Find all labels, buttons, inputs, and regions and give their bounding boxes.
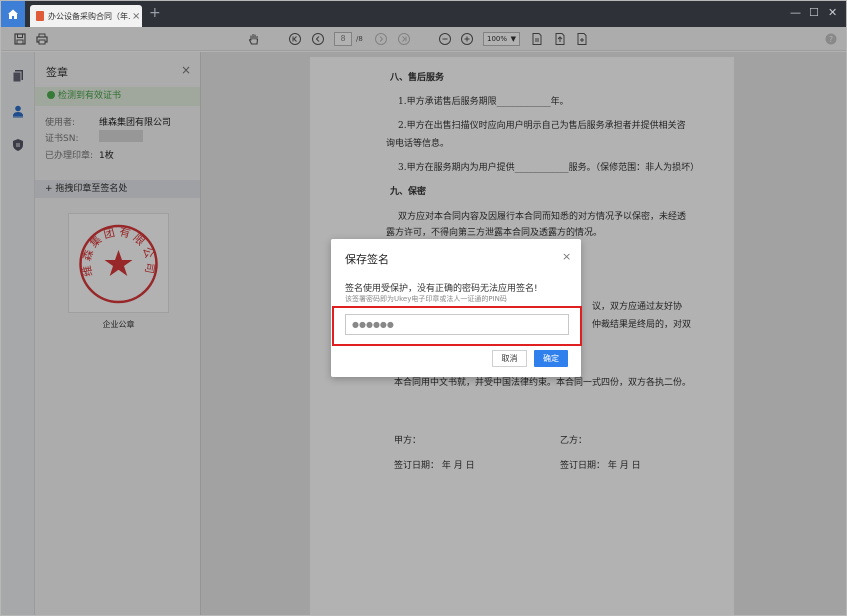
cancel-button[interactable]: 取消 (492, 350, 527, 367)
minimize-button[interactable]: — (790, 6, 801, 19)
dialog-close-button[interactable]: × (562, 250, 571, 263)
title-bar: 办公设备采购合同（年... × + — ☐ ✕ (1, 1, 846, 27)
document-tab[interactable]: 办公设备采购合同（年... × (30, 5, 142, 27)
pdf-file-icon (36, 11, 44, 21)
tab-close-button[interactable]: × (132, 11, 140, 22)
dialog-title: 保存签名 (345, 253, 389, 266)
close-window-button[interactable]: ✕ (828, 6, 837, 19)
password-input[interactable] (345, 314, 569, 335)
dialog-hint: 该签署密码即为Ukey电子印章或法人一证通的PIN码 (345, 295, 507, 303)
home-button[interactable] (1, 1, 25, 27)
dialog-message: 签名使用受保护，没有正确的密码无法应用签名! (345, 284, 538, 294)
tab-title: 办公设备采购合同（年... (48, 11, 130, 21)
confirm-button[interactable]: 确定 (534, 350, 568, 367)
home-icon (8, 9, 18, 19)
new-tab-button[interactable]: + (149, 5, 161, 21)
maximize-button[interactable]: ☐ (809, 6, 819, 19)
